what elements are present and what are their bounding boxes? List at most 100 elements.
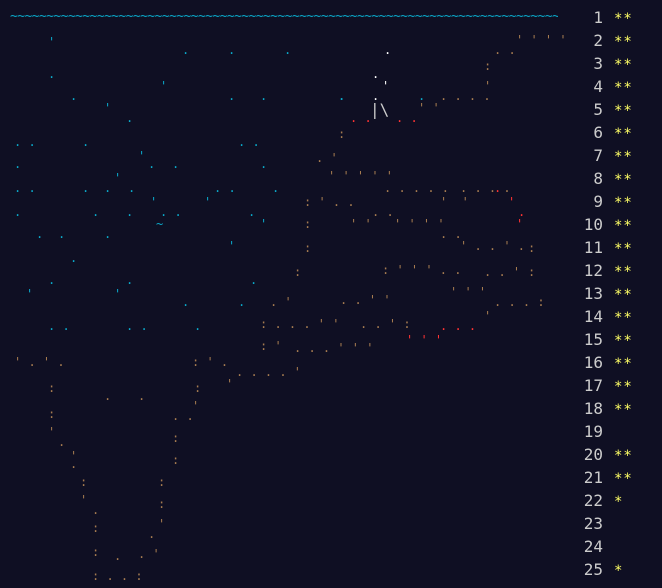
art-speck: ': [114, 171, 122, 185]
wave-line: ~~~~~~~~~~~~~~~~~~~~~~~~~~~~~~~~~~~~~~~~…: [10, 10, 558, 24]
art-speck: : ' ' ' . .: [382, 263, 462, 277]
day-number: 18: [583, 399, 603, 418]
day-15-link[interactable]: 15 **: [560, 330, 660, 350]
art-speck: .: [248, 205, 256, 219]
star-rating: **: [614, 264, 633, 280]
day-24-link[interactable]: 24: [560, 537, 660, 557]
art-speck: ': [158, 517, 166, 531]
day-20-link[interactable]: 20 **: [560, 445, 660, 465]
art-speck: .: [70, 89, 78, 103]
day-10-link[interactable]: 10 **: [560, 215, 660, 235]
art-speck: :: [80, 475, 88, 489]
art-speck: :: [528, 265, 536, 279]
art-speck: :: [92, 545, 100, 559]
star-rating: **: [614, 333, 633, 349]
day-number: 24: [583, 537, 603, 556]
art-speck: . .: [14, 135, 36, 149]
star-rating: **: [614, 471, 633, 487]
art-speck: ': [382, 79, 390, 93]
day-4-link[interactable]: 4 **: [560, 77, 660, 97]
star-rating: **: [614, 356, 633, 372]
art-speck: ' . ' .: [14, 355, 65, 369]
art-speck: : . . :: [92, 569, 143, 583]
art-speck: .: [48, 67, 56, 81]
art-speck: :: [92, 521, 100, 535]
art-speck: :: [304, 241, 312, 255]
day-number: 25: [583, 560, 603, 579]
day-number: 10: [583, 215, 603, 234]
day-25-link[interactable]: 25 *: [560, 560, 660, 580]
star-rating: **: [614, 103, 633, 119]
day-number: 14: [583, 307, 603, 326]
art-speck: . ': [138, 547, 160, 561]
art-speck: :: [172, 431, 180, 445]
day-12-link[interactable]: 12 **: [560, 261, 660, 281]
day-number: 23: [583, 514, 603, 533]
art-speck: .: [172, 157, 180, 171]
day-number: 1: [593, 8, 603, 27]
day-1-link[interactable]: 1 **: [560, 8, 660, 28]
art-speck: .: [70, 457, 78, 471]
art-speck: .: [128, 181, 136, 195]
day-13-link[interactable]: 13 **: [560, 284, 660, 304]
star-rating: **: [614, 80, 633, 96]
art-speck: ': [104, 101, 112, 115]
art-speck: . .: [48, 319, 70, 333]
day-number: 22: [583, 491, 603, 510]
star-rating: **: [614, 57, 633, 73]
art-speck: ': [48, 35, 56, 49]
art-speck: .: [228, 89, 236, 103]
art-speck: .: [58, 435, 66, 449]
art-speck: ': [260, 217, 268, 231]
art-speck: .: [250, 273, 258, 287]
art-speck: :: [158, 497, 166, 511]
day-3-link[interactable]: 3 **: [560, 54, 660, 74]
art-speck: . . ' ': [340, 293, 391, 307]
day-number: 2: [593, 31, 603, 50]
day-number: 17: [583, 376, 603, 395]
day-14-link[interactable]: 14 **: [560, 307, 660, 327]
day-5-link[interactable]: 5 **: [560, 100, 660, 120]
art-speck: ' ': [350, 217, 372, 231]
star-rating: **: [614, 287, 633, 303]
art-speck: ~: [156, 217, 164, 231]
art-speck: .: [182, 295, 190, 309]
day-6-link[interactable]: 6 **: [560, 123, 660, 143]
art-speck: :: [172, 453, 180, 467]
star-rating: **: [614, 172, 633, 188]
day-16-link[interactable]: 16 **: [560, 353, 660, 373]
star-rating: **: [614, 218, 633, 234]
day-18-link[interactable]: 18 **: [560, 399, 660, 419]
day-23-link[interactable]: 23: [560, 514, 660, 534]
day-7-link[interactable]: 7 **: [560, 146, 660, 166]
art-speck: .: [384, 43, 392, 57]
art-speck: .: [70, 251, 78, 265]
day-21-link[interactable]: 21 **: [560, 468, 660, 488]
art-speck: ' ': [418, 101, 440, 115]
star-rating: **: [614, 310, 633, 326]
art-speck: ' ': [440, 195, 469, 209]
art-speck: ': [516, 217, 524, 231]
star-rating: *: [614, 494, 624, 510]
day-11-link[interactable]: 11 **: [560, 238, 660, 258]
day-number: 9: [593, 192, 603, 211]
art-speck: ': [150, 195, 158, 209]
day-number: 7: [593, 146, 603, 165]
art-speck: . .: [172, 409, 194, 423]
day-19-link[interactable]: 19: [560, 422, 660, 442]
art-speck: :: [158, 475, 166, 489]
art-speck: .: [148, 527, 156, 541]
art-speck: ': [114, 287, 122, 301]
day-8-link[interactable]: 8 **: [560, 169, 660, 189]
art-speck: ': [138, 149, 146, 163]
day-number: 3: [593, 54, 603, 73]
art-speck: : ' . .: [304, 195, 355, 209]
art-speck: ': [226, 377, 234, 391]
art-speck: :: [338, 127, 346, 141]
day-9-link[interactable]: 9 **: [560, 192, 660, 212]
art-speck: . . . .: [440, 89, 491, 103]
day-2-link[interactable]: 2 **: [560, 31, 660, 51]
day-22-link[interactable]: 22 *: [560, 491, 660, 511]
day-17-link[interactable]: 17 **: [560, 376, 660, 396]
art-speck: .: [14, 157, 22, 171]
